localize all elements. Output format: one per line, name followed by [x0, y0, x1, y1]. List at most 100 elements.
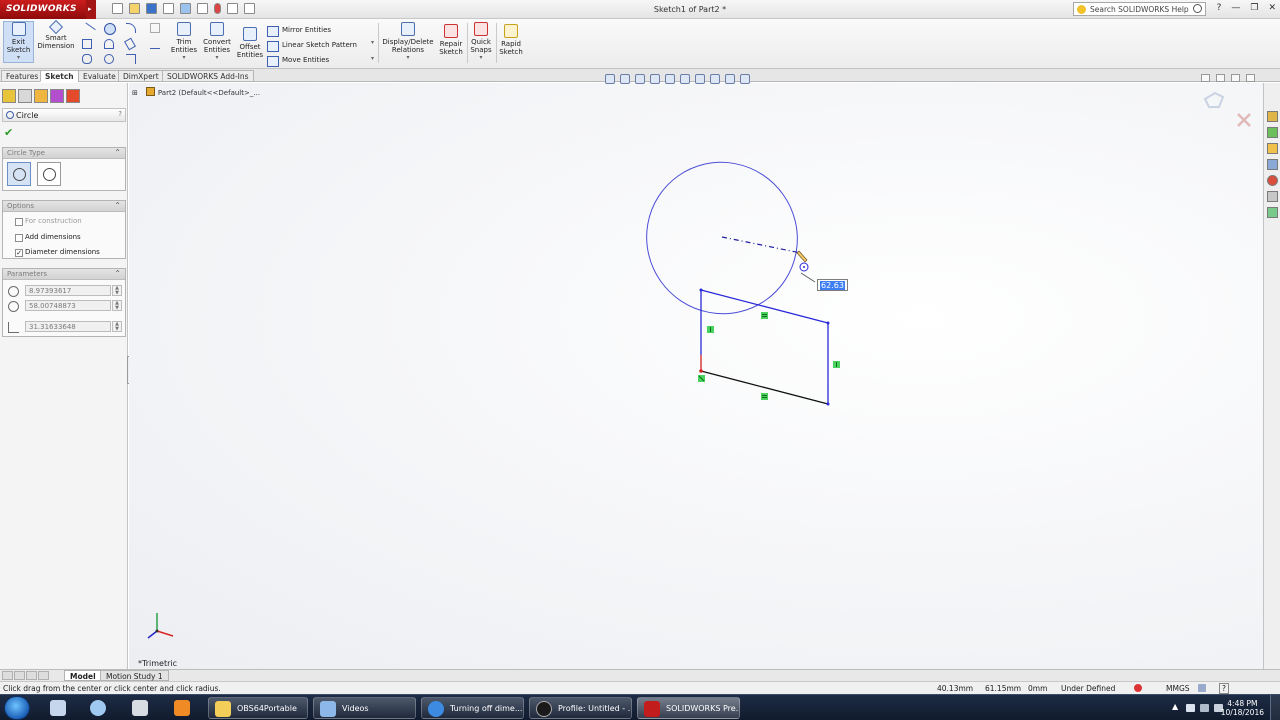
center-x-field[interactable]: 8.97393617 — [25, 285, 111, 296]
custom-properties-icon[interactable] — [1267, 191, 1278, 202]
center-y-stepper[interactable]: ▲ ▼ — [112, 300, 122, 311]
radius-stepper[interactable]: ▲ ▼ — [112, 321, 122, 332]
sketch-canvas[interactable] — [129, 83, 1263, 669]
pinned-app-icon[interactable] — [122, 698, 158, 718]
diameter-dimensions-checkbox[interactable]: ✓ Diameter dimensions — [15, 248, 100, 257]
select-arrow-icon[interactable] — [197, 3, 208, 14]
taskbar-item-obs-profile[interactable]: Profile: Untitled - ... — [529, 697, 632, 719]
for-construction-checkbox[interactable]: For construction — [15, 217, 82, 226]
tab-sketch[interactable]: Sketch — [40, 70, 79, 82]
offset-entities-button[interactable]: Offset Entities — [236, 27, 264, 59]
taskbar-item-videos[interactable]: Videos — [313, 697, 416, 719]
options-header[interactable]: Options — [3, 201, 125, 212]
point-icon[interactable] — [126, 54, 136, 64]
first-tab-icon[interactable] — [2, 671, 13, 680]
help-icon[interactable]: ? — [1219, 683, 1229, 694]
pinned-office-icon[interactable] — [164, 698, 200, 718]
minimize-icon[interactable]: — — [1231, 3, 1240, 13]
pinned-browser-icon[interactable] — [80, 698, 116, 718]
tab-evaluate[interactable]: Evaluate — [78, 70, 121, 82]
spline-icon[interactable] — [126, 23, 136, 33]
clock[interactable]: 4:48 PM 10/18/2016 — [1221, 699, 1264, 717]
centerline-icon[interactable] — [150, 54, 160, 64]
sketch-parallelogram[interactable] — [699, 288, 830, 406]
options-icon[interactable] — [244, 3, 255, 14]
trim-entities-button[interactable]: Trim Entities ▾ — [170, 22, 198, 62]
cancel-sketch-corner-icon[interactable] — [1237, 113, 1251, 127]
forum-icon[interactable] — [1267, 207, 1278, 218]
radius-field[interactable]: 31.31633648 — [25, 321, 111, 332]
show-desktop-button[interactable] — [1270, 695, 1280, 720]
solidworks-logo[interactable]: SOLIDWORKS — [0, 0, 86, 19]
relation-marker-parallel[interactable] — [761, 312, 768, 319]
help-search-input[interactable]: Search SOLIDWORKS Help — [1073, 2, 1206, 16]
viewport-split-icon[interactable] — [1201, 74, 1210, 82]
arc-icon[interactable] — [104, 39, 114, 49]
convert-entities-button[interactable]: Convert Entities ▾ — [201, 22, 233, 62]
dimxpert-manager-icon[interactable] — [50, 89, 64, 103]
rebuild-icon[interactable] — [214, 3, 221, 14]
polygon-icon[interactable] — [104, 54, 114, 64]
next-tab-icon[interactable] — [26, 671, 37, 680]
start-button-icon[interactable] — [4, 696, 30, 720]
rapid-sketch-button[interactable]: Rapid Sketch — [498, 24, 524, 56]
customize-icon[interactable] — [1198, 684, 1206, 692]
tab-solidworks-add-ins[interactable]: SOLIDWORKS Add-Ins — [162, 70, 254, 82]
mirror-entities-button[interactable]: Mirror Entities — [266, 23, 357, 38]
plane-icon[interactable] — [150, 23, 160, 33]
relation-marker-fixed[interactable] — [698, 375, 705, 382]
logo-menu-arrow-icon[interactable]: ▸ — [86, 0, 96, 19]
design-library-icon[interactable] — [1267, 127, 1278, 138]
quick-snaps-button[interactable]: Quick Snaps ▾ — [469, 22, 493, 62]
graphics-area[interactable]: ⊞ Part2 (Default<<Default>_... 62.63 *Tr… — [129, 74, 1263, 669]
add-dimensions-checkbox[interactable]: Add dimensions — [15, 233, 81, 242]
viewport-close-icon[interactable] — [1246, 74, 1255, 82]
exit-sketch-button[interactable]: Exit Sketch ▾ — [3, 21, 34, 63]
property-manager-icon[interactable] — [18, 89, 32, 103]
dimension-value-box[interactable]: 62.63 — [817, 279, 848, 291]
relation-marker-vertical[interactable] — [833, 361, 840, 368]
move-dropdown-icon[interactable]: ▾ — [371, 55, 374, 62]
move-entities-button[interactable]: Move Entities — [266, 53, 357, 68]
undo-icon[interactable] — [180, 3, 191, 14]
taskbar-item-solidworks[interactable]: SOLIDWORKS Pre... — [637, 697, 740, 719]
sketch-fillet-icon[interactable] — [124, 37, 136, 51]
tab-dimxpert[interactable]: DimXpert — [118, 70, 164, 82]
sketch-circle[interactable] — [617, 133, 827, 344]
last-tab-icon[interactable] — [38, 671, 49, 680]
prev-tab-icon[interactable] — [14, 671, 25, 680]
circle-icon[interactable] — [104, 23, 116, 35]
pattern-dropdown-icon[interactable]: ▾ — [371, 39, 374, 46]
relation-marker-parallel[interactable] — [761, 393, 768, 400]
search-icon[interactable] — [1193, 4, 1202, 13]
show-hidden-icons-icon[interactable]: ▲ — [1172, 702, 1178, 711]
center-circle-icon[interactable] — [7, 162, 31, 186]
slot-icon[interactable] — [82, 54, 92, 64]
open-folder-icon[interactable] — [129, 3, 140, 14]
rectangle-icon[interactable] — [82, 39, 92, 49]
rebuild-status-icon[interactable] — [1134, 684, 1142, 692]
tab-model[interactable]: Model — [64, 670, 102, 681]
center-x-stepper[interactable]: ▲ ▼ — [112, 285, 122, 296]
restore-icon[interactable]: ❐ — [1250, 3, 1258, 13]
exit-sketch-corner-icon[interactable] — [1203, 91, 1225, 108]
configuration-manager-icon[interactable] — [34, 89, 48, 103]
viewport-minimize-icon[interactable] — [1216, 74, 1225, 82]
save-icon[interactable] — [146, 3, 157, 14]
action-center-icon[interactable] — [1186, 704, 1195, 712]
help-icon[interactable]: ? — [118, 110, 122, 118]
display-delete-relations-button[interactable]: Display/Delete Relations ▾ — [381, 22, 435, 62]
pinned-explorer-icon[interactable] — [40, 698, 76, 718]
unit-system[interactable]: MMGS — [1166, 684, 1190, 693]
taskbar-item-obs64portable[interactable]: OBS64Portable — [208, 697, 308, 719]
ok-checkmark-icon[interactable]: ✔ — [4, 126, 13, 139]
file-properties-icon[interactable] — [227, 3, 238, 14]
network-icon[interactable] — [1200, 704, 1209, 712]
linear-sketch-pattern-button[interactable]: Linear Sketch Pattern — [266, 38, 357, 53]
close-icon[interactable]: ✕ — [1268, 3, 1276, 13]
feature-manager-icon[interactable] — [2, 89, 16, 103]
center-y-field[interactable]: 58.00748873 — [25, 300, 111, 311]
viewport-restore-icon[interactable] — [1231, 74, 1240, 82]
text-icon[interactable] — [150, 39, 160, 49]
tab-motion-study-1[interactable]: Motion Study 1 — [100, 670, 169, 681]
